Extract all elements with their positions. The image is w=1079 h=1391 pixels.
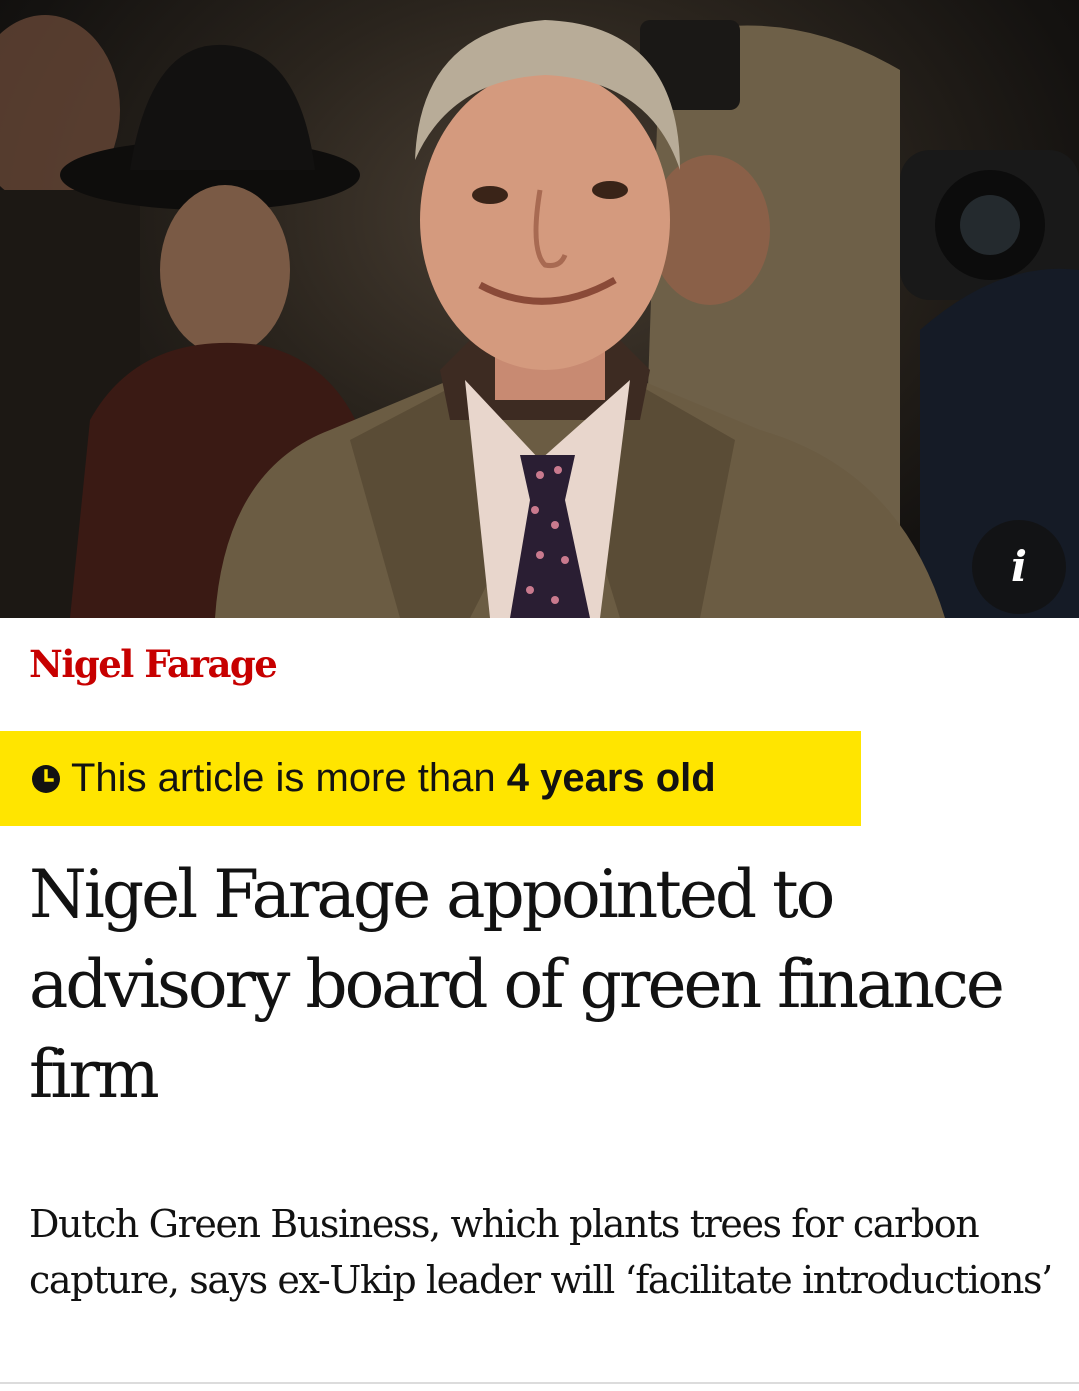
hero-photo-illustration [0,15,1079,618]
hero-image: i [0,0,1079,618]
article-age-banner: This article is more than 4 years old [0,731,861,826]
article-headline: Nigel Farage appointed to advisory board… [29,856,1005,1113]
divider [0,1382,1079,1384]
info-icon[interactable]: i [972,520,1066,614]
clock-icon [32,764,60,793]
age-notice-emphasis: 4 years old [506,756,716,800]
section-kicker[interactable]: Nigel Farage [29,644,278,685]
age-notice-prefix: This article is more than [71,756,496,800]
article-standfirst: Dutch Green Business, which plants trees… [29,1202,1053,1302]
info-icon-label: i [1011,542,1027,591]
age-notice-text: This article is more than 4 years old [71,756,716,801]
